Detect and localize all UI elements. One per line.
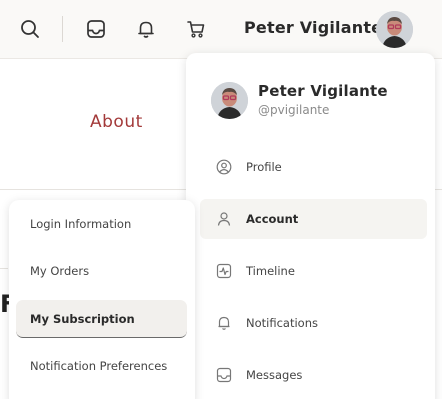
- search-icon[interactable]: [18, 17, 42, 41]
- partial-sidebar: [0, 268, 8, 399]
- menu-item-label: Timeline: [246, 264, 295, 278]
- menu-item-label: Notifications: [246, 316, 318, 330]
- user-icon: [216, 211, 232, 227]
- submenu-item-my-subscription[interactable]: My Subscription: [16, 300, 187, 338]
- cart-icon[interactable]: [184, 17, 208, 41]
- header-user-name[interactable]: Peter Vigilante: [244, 18, 382, 37]
- menu-item-timeline[interactable]: Timeline: [200, 251, 427, 291]
- menu-avatar: [211, 82, 248, 119]
- bell-icon[interactable]: [134, 17, 158, 41]
- menu-item-label: Profile: [246, 160, 282, 174]
- submenu-item-notification-preferences[interactable]: Notification Preferences: [16, 347, 187, 385]
- user-circle-icon: [216, 159, 232, 175]
- avatar[interactable]: [376, 11, 413, 48]
- menu-item-messages[interactable]: Messages: [200, 355, 427, 395]
- top-header: Peter Vigilante: [0, 0, 442, 59]
- menu-item-profile[interactable]: Profile: [200, 147, 427, 187]
- submenu-item-my-orders[interactable]: My Orders: [16, 252, 187, 290]
- menu-item-notifications[interactable]: Notifications: [200, 303, 427, 343]
- inbox-icon[interactable]: [84, 17, 108, 41]
- about-link[interactable]: About: [90, 112, 143, 132]
- partial-heading: F: [0, 290, 9, 318]
- bell-icon: [216, 315, 232, 331]
- header-divider: [62, 16, 63, 42]
- submenu-item-login-information[interactable]: Login Information: [16, 205, 187, 243]
- menu-item-account[interactable]: Account: [200, 199, 427, 239]
- menu-item-label: Messages: [246, 368, 303, 382]
- menu-user-handle: @pvigilante: [258, 103, 330, 117]
- menu-item-label: Account: [246, 212, 299, 226]
- activity-icon: [216, 263, 232, 279]
- menu-user-name: Peter Vigilante: [258, 82, 388, 100]
- inbox-icon: [216, 367, 232, 383]
